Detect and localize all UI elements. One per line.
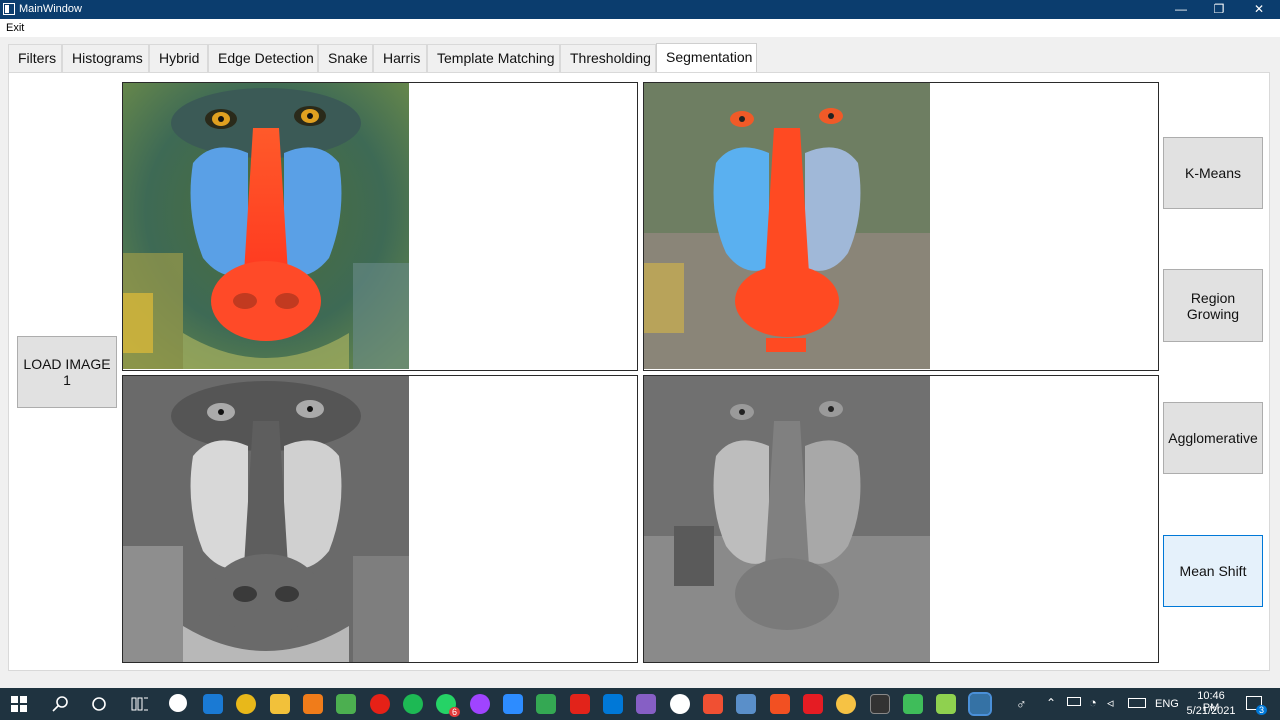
git-icon[interactable]	[703, 694, 723, 714]
tab-histograms[interactable]: Histograms	[62, 44, 149, 72]
window-title: MainWindow	[19, 3, 82, 15]
whatsapp-badge: 6	[448, 707, 460, 717]
minimize-button[interactable]: —	[1162, 0, 1200, 19]
original-image-view	[122, 82, 638, 371]
chevron-up-icon[interactable]: ⌃	[1046, 696, 1056, 710]
notepad-icon[interactable]	[336, 694, 356, 714]
tab-snake[interactable]: Snake	[318, 44, 373, 72]
notification-icon[interactable]: 3	[1246, 696, 1267, 715]
windows-taskbar: 6 ♂ ⌃ ◔ ◃ ENG 10:46 PM 5/21/2021 3	[0, 688, 1280, 720]
windows-start-icon[interactable]	[11, 696, 27, 712]
title-bar: MainWindow — ❐ ✕	[0, 0, 1280, 19]
wifi-icon[interactable]: ◔	[1089, 695, 1097, 710]
segmentation-pane: LOAD IMAGE 1 K-Means Region Growing Aggl…	[8, 72, 1270, 671]
mail-icon[interactable]	[203, 694, 223, 714]
segmented-color-image	[644, 83, 930, 369]
visual-studio-icon[interactable]	[636, 694, 656, 714]
menu-item-exit[interactable]: Exit	[6, 22, 24, 34]
tab-hybrid[interactable]: Hybrid	[149, 44, 208, 72]
python-icon[interactable]	[968, 692, 992, 716]
vscode-icon[interactable]	[603, 694, 623, 714]
task-view-icon[interactable]	[131, 696, 149, 712]
segmented-grayscale-image	[644, 376, 930, 662]
agglomerative-button[interactable]: Agglomerative	[1163, 402, 1263, 474]
spotify-icon[interactable]	[403, 694, 423, 714]
clock-date[interactable]: 5/21/2021	[1184, 705, 1238, 717]
tab-thresholding[interactable]: Thresholding	[560, 44, 656, 72]
volume-icon[interactable]: ◃	[1107, 695, 1114, 711]
bug-icon[interactable]	[736, 694, 756, 714]
mean-shift-button[interactable]: Mean Shift	[1163, 535, 1263, 607]
language-indicator[interactable]: ENG	[1155, 698, 1179, 710]
battery-icon[interactable]	[1067, 697, 1081, 706]
messenger-icon[interactable]	[470, 694, 490, 714]
menu-bar: Exit	[0, 19, 1280, 37]
vlc-icon[interactable]	[303, 694, 323, 714]
cube-icon[interactable]	[803, 694, 823, 714]
chrome-icon[interactable]	[236, 694, 256, 714]
tab-segmentation[interactable]: Segmentation	[656, 43, 757, 73]
notification-count: 3	[1255, 705, 1267, 715]
app-window-icon	[3, 3, 15, 15]
grayscale-image-view	[122, 375, 638, 663]
zoom-icon[interactable]	[503, 694, 523, 714]
tab-harris[interactable]: Harris	[373, 44, 427, 72]
acrobat-icon[interactable]	[570, 694, 590, 714]
kmeans-button[interactable]: K-Means	[1163, 137, 1263, 209]
youtube-icon[interactable]	[370, 694, 390, 714]
app-m-icon[interactable]	[670, 694, 690, 714]
keyboard-icon[interactable]	[1128, 698, 1146, 708]
mandrill-grayscale-image	[123, 376, 409, 662]
pen-icon[interactable]	[936, 694, 956, 714]
tab-filters[interactable]: Filters	[8, 44, 62, 72]
file-explorer-icon[interactable]	[270, 694, 290, 714]
office-icon[interactable]	[770, 694, 790, 714]
segmented-grayscale-view	[643, 375, 1159, 663]
chat-icon[interactable]	[903, 694, 923, 714]
whatsapp-icon[interactable]: 6	[436, 694, 460, 717]
search-icon[interactable]	[52, 695, 70, 713]
app-icon[interactable]	[836, 694, 856, 714]
cortana-icon[interactable]	[91, 696, 107, 712]
segmented-image-view	[643, 82, 1159, 371]
mandrill-color-image	[123, 83, 409, 369]
people-icon[interactable]: ♂	[1016, 696, 1027, 712]
settings-icon[interactable]	[169, 694, 187, 712]
terminal-icon[interactable]	[870, 694, 890, 714]
drive-icon[interactable]	[536, 694, 556, 714]
tab-edge-detection[interactable]: Edge Detection	[208, 44, 318, 72]
tab-template-matching[interactable]: Template Matching	[427, 44, 560, 72]
region-growing-button[interactable]: Region Growing	[1163, 269, 1263, 342]
load-image-button[interactable]: LOAD IMAGE 1	[17, 336, 117, 408]
close-button[interactable]: ✕	[1240, 0, 1278, 19]
maximize-button[interactable]: ❐	[1200, 0, 1238, 19]
